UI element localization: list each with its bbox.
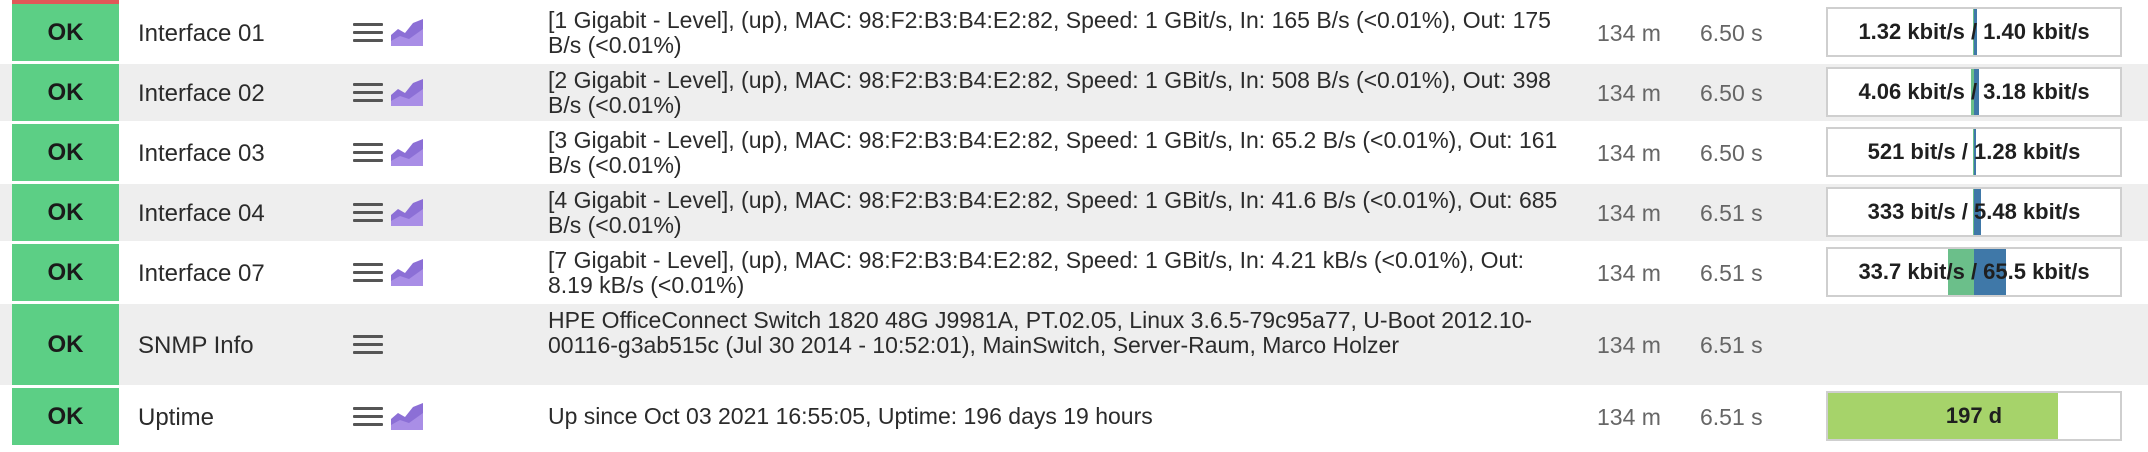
area-graph-icon[interactable] <box>390 17 424 47</box>
service-summary: [3 Gigabit - Level], (up), MAC: 98:F2:B3… <box>548 127 1558 178</box>
hamburger-menu-icon[interactable] <box>353 331 383 357</box>
table-row: OK Interface 01 [1 Gigabit - Level], (up… <box>0 4 2148 61</box>
hamburger-menu-icon[interactable] <box>353 199 383 225</box>
check-time: 6.50 s <box>1700 20 1763 46</box>
service-summary: HPE OfficeConnect Switch 1820 48G J9981A… <box>548 307 1533 358</box>
status-badge[interactable]: OK <box>12 244 119 301</box>
state-age: 134 m <box>1597 80 1661 106</box>
table-row: OK Interface 03 [3 Gigabit - Level], (up… <box>0 124 2148 181</box>
status-badge[interactable]: OK <box>12 4 119 61</box>
hamburger-menu-icon[interactable] <box>353 139 383 165</box>
state-age: 134 m <box>1597 404 1661 430</box>
service-name[interactable]: SNMP Info <box>138 332 254 360</box>
area-graph-icon[interactable] <box>390 197 424 227</box>
perfometer-label: 4.06 kbit/s / 3.18 kbit/s <box>1858 79 2090 104</box>
status-badge[interactable]: OK <box>12 64 119 121</box>
hamburger-menu-icon[interactable] <box>353 403 383 429</box>
status-badge[interactable]: OK <box>12 388 119 445</box>
perfometer[interactable]: 1.32 kbit/s / 1.40 kbit/s <box>1826 7 2122 57</box>
service-name[interactable]: Uptime <box>138 404 214 432</box>
area-graph-icon[interactable] <box>390 401 424 431</box>
table-row: OK SNMP Info HPE OfficeConnect Switch 18… <box>0 304 2148 385</box>
table-row: OK Interface 07 [7 Gigabit - Level], (up… <box>0 244 2148 301</box>
perfometer[interactable]: 4.06 kbit/s / 3.18 kbit/s <box>1826 67 2122 117</box>
perfometer[interactable]: 521 bit/s / 1.28 kbit/s <box>1826 127 2122 177</box>
hamburger-menu-icon[interactable] <box>353 259 383 285</box>
table-row: OK Interface 02 [2 Gigabit - Level], (up… <box>0 64 2148 121</box>
service-summary: [7 Gigabit - Level], (up), MAC: 98:F2:B3… <box>548 247 1525 298</box>
perfometer-label: 33.7 kbit/s / 65.5 kbit/s <box>1858 259 2090 284</box>
service-name[interactable]: Interface 04 <box>138 200 265 228</box>
perfometer[interactable]: 333 bit/s / 5.48 kbit/s <box>1826 187 2122 237</box>
status-badge[interactable]: OK <box>12 124 119 181</box>
perfometer-label: 521 bit/s / 1.28 kbit/s <box>1867 139 2081 164</box>
service-name[interactable]: Interface 01 <box>138 20 265 48</box>
perfometer-label: 197 d <box>1945 403 2003 428</box>
hamburger-menu-icon[interactable] <box>353 79 383 105</box>
table-row: OK Uptime Up since Oct 03 2021 16:55:05,… <box>0 388 2148 445</box>
check-time: 6.51 s <box>1700 200 1763 226</box>
service-summary: [2 Gigabit - Level], (up), MAC: 98:F2:B3… <box>548 67 1551 118</box>
hamburger-menu-icon[interactable] <box>353 19 383 45</box>
service-summary: [1 Gigabit - Level], (up), MAC: 98:F2:B3… <box>548 7 1551 58</box>
check-time: 6.51 s <box>1700 332 1763 358</box>
status-badge[interactable]: OK <box>12 304 119 385</box>
perfometer[interactable]: 197 d <box>1826 391 2122 441</box>
area-graph-icon[interactable] <box>390 77 424 107</box>
state-age: 134 m <box>1597 260 1661 286</box>
state-age: 134 m <box>1597 332 1661 358</box>
check-time: 6.51 s <box>1700 260 1763 286</box>
service-summary: [4 Gigabit - Level], (up), MAC: 98:F2:B3… <box>548 187 1558 238</box>
check-time: 6.51 s <box>1700 404 1763 430</box>
state-age: 134 m <box>1597 200 1661 226</box>
service-name[interactable]: Interface 02 <box>138 80 265 108</box>
table-row: OK Interface 04 [4 Gigabit - Level], (up… <box>0 184 2148 241</box>
state-age: 134 m <box>1597 140 1661 166</box>
service-name[interactable]: Interface 07 <box>138 260 265 288</box>
state-age: 134 m <box>1597 20 1661 46</box>
area-graph-icon[interactable] <box>390 137 424 167</box>
perfometer-label: 1.32 kbit/s / 1.40 kbit/s <box>1858 19 2090 44</box>
area-graph-icon[interactable] <box>390 257 424 287</box>
service-name[interactable]: Interface 03 <box>138 140 265 168</box>
service-summary: Up since Oct 03 2021 16:55:05, Uptime: 1… <box>548 403 1153 429</box>
perfometer-label: 333 bit/s / 5.48 kbit/s <box>1867 199 2081 224</box>
status-badge[interactable]: OK <box>12 184 119 241</box>
check-time: 6.50 s <box>1700 140 1763 166</box>
check-time: 6.50 s <box>1700 80 1763 106</box>
perfometer[interactable]: 33.7 kbit/s / 65.5 kbit/s <box>1826 247 2122 297</box>
